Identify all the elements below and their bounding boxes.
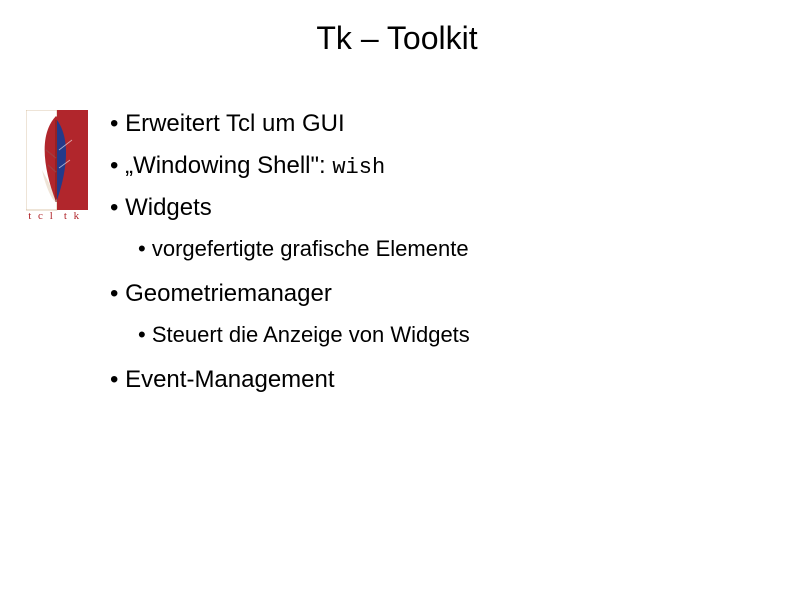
bullet-windowing-shell-text: „Windowing Shell": xyxy=(110,152,332,179)
page-title: Tk – Toolkit xyxy=(0,20,794,57)
code-wish: wish xyxy=(332,155,385,180)
tcl-tk-logo: t c l t k xyxy=(26,110,88,228)
bullet-erweitert: Erweitert Tcl um GUI xyxy=(110,110,760,138)
bullet-windowing-shell: „Windowing Shell": wish xyxy=(110,152,760,180)
bullet-geometriemanager: Geometriemanager xyxy=(110,280,760,308)
content-area: Erweitert Tcl um GUI „Windowing Shell": … xyxy=(110,110,760,408)
sub-bullet-vorgefertigte: vorgefertigte grafische Elemente xyxy=(138,236,760,262)
sub-bullet-steuert: Steuert die Anzeige von Widgets xyxy=(138,322,760,348)
slide: Tk – Toolkit t c l t k Erweitert Tcl um xyxy=(0,0,794,595)
bullet-widgets: Widgets xyxy=(110,194,760,222)
logo-label-right: t k xyxy=(57,210,88,222)
bullet-event-management: Event-Management xyxy=(110,366,760,394)
logo-label-left: t c l xyxy=(26,210,57,222)
